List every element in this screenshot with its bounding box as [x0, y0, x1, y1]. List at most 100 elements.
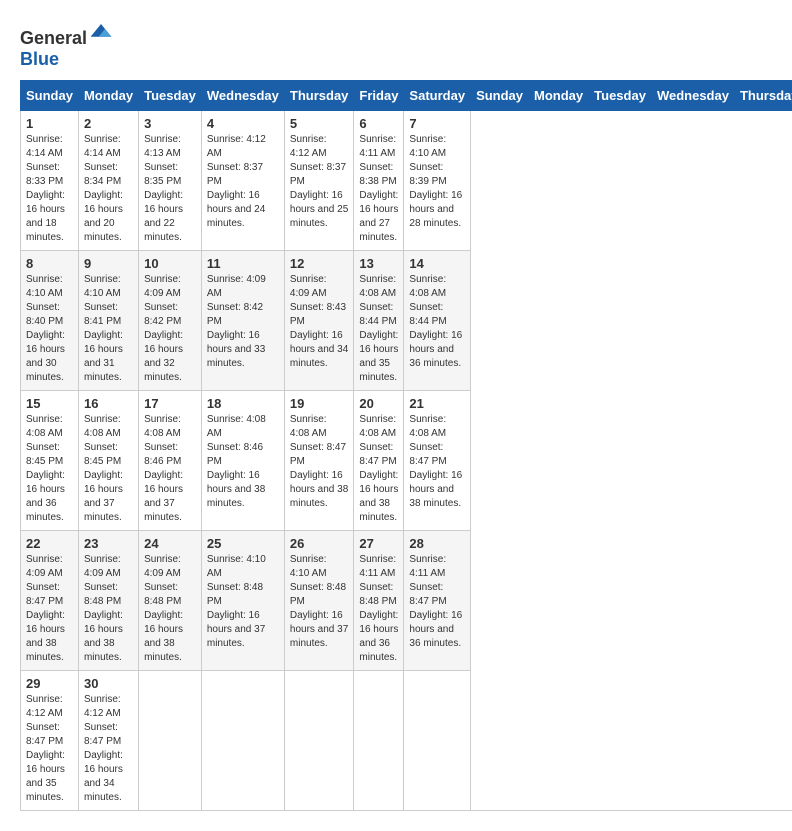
day-number: 13 — [359, 256, 398, 271]
logo: General Blue — [20, 20, 113, 70]
day-number: 27 — [359, 536, 398, 551]
day-cell: 22 Sunrise: 4:09 AMSunset: 8:47 PMDayligh… — [21, 531, 79, 671]
day-number: 28 — [409, 536, 465, 551]
day-info: Sunrise: 4:10 AMSunset: 8:40 PMDaylight:… — [26, 273, 73, 385]
col-header-sunday: Sunday — [21, 81, 79, 111]
day-cell: 10 Sunrise: 4:09 AMSunset: 8:42 PMDayligh… — [139, 251, 202, 391]
day-cell: 5Sunrise: 4:12 AMSunset: 8:37 PMDaylight… — [284, 111, 354, 251]
week-row-3: 15 Sunrise: 4:08 AMSunset: 8:45 PMDayligh… — [21, 391, 792, 531]
day-number: 3 — [144, 116, 196, 131]
day-info: Sunrise: 4:09 AMSunset: 8:43 PMDaylight:… — [290, 273, 349, 371]
day-cell — [201, 671, 284, 811]
day-cell — [404, 671, 471, 811]
day-cell: 6 Sunrise: 4:11 AMSunset: 8:38 PMDaylight… — [354, 111, 404, 251]
day-info: Sunrise: 4:08 AMSunset: 8:47 PMDaylight:… — [290, 413, 349, 511]
day-cell: 19 Sunrise: 4:08 AMSunset: 8:47 PMDayligh… — [284, 391, 354, 531]
day-info: Sunrise: 4:08 AMSunset: 8:46 PMDaylight:… — [207, 413, 279, 511]
col-header-tuesday: Tuesday — [589, 81, 652, 111]
day-cell: 8 Sunrise: 4:10 AMSunset: 8:40 PMDaylight… — [21, 251, 79, 391]
day-info: Sunrise: 4:08 AMSunset: 8:46 PMDaylight:… — [144, 413, 196, 525]
day-cell: 24Sunrise: 4:09 AMSunset: 8:48 PMDayligh… — [139, 531, 202, 671]
col-header-monday: Monday — [78, 81, 138, 111]
logo-blue: Blue — [20, 49, 59, 69]
day-cell: 16Sunrise: 4:08 AMSunset: 8:45 PMDayligh… — [78, 391, 138, 531]
day-cell: 2Sunrise: 4:14 AMSunset: 8:34 PMDaylight… — [78, 111, 138, 251]
day-info: Sunrise: 4:10 AMSunset: 8:48 PMDaylight:… — [290, 553, 349, 651]
day-cell: 17 Sunrise: 4:08 AMSunset: 8:46 PMDayligh… — [139, 391, 202, 531]
calendar-table: SundayMondayTuesdayWednesdayThursdayFrid… — [20, 80, 792, 811]
day-number: 6 — [359, 116, 398, 131]
day-info: Sunrise: 4:11 AMSunset: 8:38 PMDaylight:… — [359, 133, 398, 245]
day-number: 15 — [26, 396, 73, 411]
day-info: Sunrise: 4:12 AMSunset: 8:47 PMDaylight:… — [26, 693, 73, 805]
day-number: 11 — [207, 256, 279, 271]
day-cell: 14 Sunrise: 4:08 AMSunset: 8:44 PMDayligh… — [404, 251, 471, 391]
day-cell: 9 Sunrise: 4:10 AMSunset: 8:41 PMDaylight… — [78, 251, 138, 391]
week-row-5: 29 Sunrise: 4:12 AMSunset: 8:47 PMDayligh… — [21, 671, 792, 811]
day-number: 10 — [144, 256, 196, 271]
day-cell: 7Sunrise: 4:10 AMSunset: 8:39 PMDaylight… — [404, 111, 471, 251]
week-row-2: 8 Sunrise: 4:10 AMSunset: 8:40 PMDaylight… — [21, 251, 792, 391]
page-header: General Blue — [20, 20, 772, 70]
day-number: 26 — [290, 536, 349, 551]
day-info: Sunrise: 4:10 AMSunset: 8:41 PMDaylight:… — [84, 273, 133, 385]
day-info: Sunrise: 4:13 AMSunset: 8:35 PMDaylight:… — [144, 133, 196, 245]
day-info: Sunrise: 4:10 AMSunset: 8:48 PMDaylight:… — [207, 553, 279, 651]
day-cell — [139, 671, 202, 811]
col-header-thursday: Thursday — [734, 81, 792, 111]
day-cell: 12Sunrise: 4:09 AMSunset: 8:43 PMDayligh… — [284, 251, 354, 391]
day-number: 9 — [84, 256, 133, 271]
day-cell — [284, 671, 354, 811]
day-cell: 18 Sunrise: 4:08 AMSunset: 8:46 PMDayligh… — [201, 391, 284, 531]
day-info: Sunrise: 4:08 AMSunset: 8:45 PMDaylight:… — [84, 413, 133, 525]
day-info: Sunrise: 4:09 AMSunset: 8:42 PMDaylight:… — [144, 273, 196, 385]
week-row-4: 22 Sunrise: 4:09 AMSunset: 8:47 PMDayligh… — [21, 531, 792, 671]
day-number: 18 — [207, 396, 279, 411]
day-cell: 20Sunrise: 4:08 AMSunset: 8:47 PMDayligh… — [354, 391, 404, 531]
col-header-thursday: Thursday — [284, 81, 354, 111]
day-info: Sunrise: 4:08 AMSunset: 8:44 PMDaylight:… — [359, 273, 398, 385]
day-info: Sunrise: 4:12 AMSunset: 8:37 PMDaylight:… — [207, 133, 279, 231]
logo-general: General — [20, 28, 87, 48]
day-number: 24 — [144, 536, 196, 551]
day-cell: 21Sunrise: 4:08 AMSunset: 8:47 PMDayligh… — [404, 391, 471, 531]
day-cell: 4 Sunrise: 4:12 AMSunset: 8:37 PMDaylight… — [201, 111, 284, 251]
day-number: 5 — [290, 116, 349, 131]
day-info: Sunrise: 4:09 AMSunset: 8:48 PMDaylight:… — [84, 553, 133, 665]
day-cell — [354, 671, 404, 811]
day-info: Sunrise: 4:09 AMSunset: 8:47 PMDaylight:… — [26, 553, 73, 665]
day-info: Sunrise: 4:11 AMSunset: 8:47 PMDaylight:… — [409, 553, 465, 651]
day-number: 14 — [409, 256, 465, 271]
day-info: Sunrise: 4:11 AMSunset: 8:48 PMDaylight:… — [359, 553, 398, 665]
col-header-sunday: Sunday — [471, 81, 529, 111]
day-number: 8 — [26, 256, 73, 271]
col-header-wednesday: Wednesday — [201, 81, 284, 111]
day-number: 7 — [409, 116, 465, 131]
day-number: 25 — [207, 536, 279, 551]
day-cell: 13 Sunrise: 4:08 AMSunset: 8:44 PMDayligh… — [354, 251, 404, 391]
day-number: 4 — [207, 116, 279, 131]
col-header-friday: Friday — [354, 81, 404, 111]
day-cell: 29 Sunrise: 4:12 AMSunset: 8:47 PMDayligh… — [21, 671, 79, 811]
day-cell: 25 Sunrise: 4:10 AMSunset: 8:48 PMDayligh… — [201, 531, 284, 671]
day-info: Sunrise: 4:08 AMSunset: 8:47 PMDaylight:… — [409, 413, 465, 511]
day-cell: 30Sunrise: 4:12 AMSunset: 8:47 PMDayligh… — [78, 671, 138, 811]
day-cell: 23Sunrise: 4:09 AMSunset: 8:48 PMDayligh… — [78, 531, 138, 671]
week-row-1: 1Sunrise: 4:14 AMSunset: 8:33 PMDaylight… — [21, 111, 792, 251]
day-info: Sunrise: 4:08 AMSunset: 8:44 PMDaylight:… — [409, 273, 465, 371]
col-header-monday: Monday — [529, 81, 589, 111]
day-info: Sunrise: 4:12 AMSunset: 8:47 PMDaylight:… — [84, 693, 133, 805]
day-number: 17 — [144, 396, 196, 411]
day-cell: 28 Sunrise: 4:11 AMSunset: 8:47 PMDayligh… — [404, 531, 471, 671]
calendar-header-row: SundayMondayTuesdayWednesdayThursdayFrid… — [21, 81, 792, 111]
col-header-tuesday: Tuesday — [139, 81, 202, 111]
day-number: 22 — [26, 536, 73, 551]
day-number: 19 — [290, 396, 349, 411]
day-number: 2 — [84, 116, 133, 131]
day-cell: 11Sunrise: 4:09 AMSunset: 8:42 PMDayligh… — [201, 251, 284, 391]
day-cell: 15Sunrise: 4:08 AMSunset: 8:45 PMDayligh… — [21, 391, 79, 531]
logo-icon — [89, 20, 113, 44]
day-cell: 26 Sunrise: 4:10 AMSunset: 8:48 PMDayligh… — [284, 531, 354, 671]
day-info: Sunrise: 4:14 AMSunset: 8:33 PMDaylight:… — [26, 133, 73, 245]
day-number: 29 — [26, 676, 73, 691]
